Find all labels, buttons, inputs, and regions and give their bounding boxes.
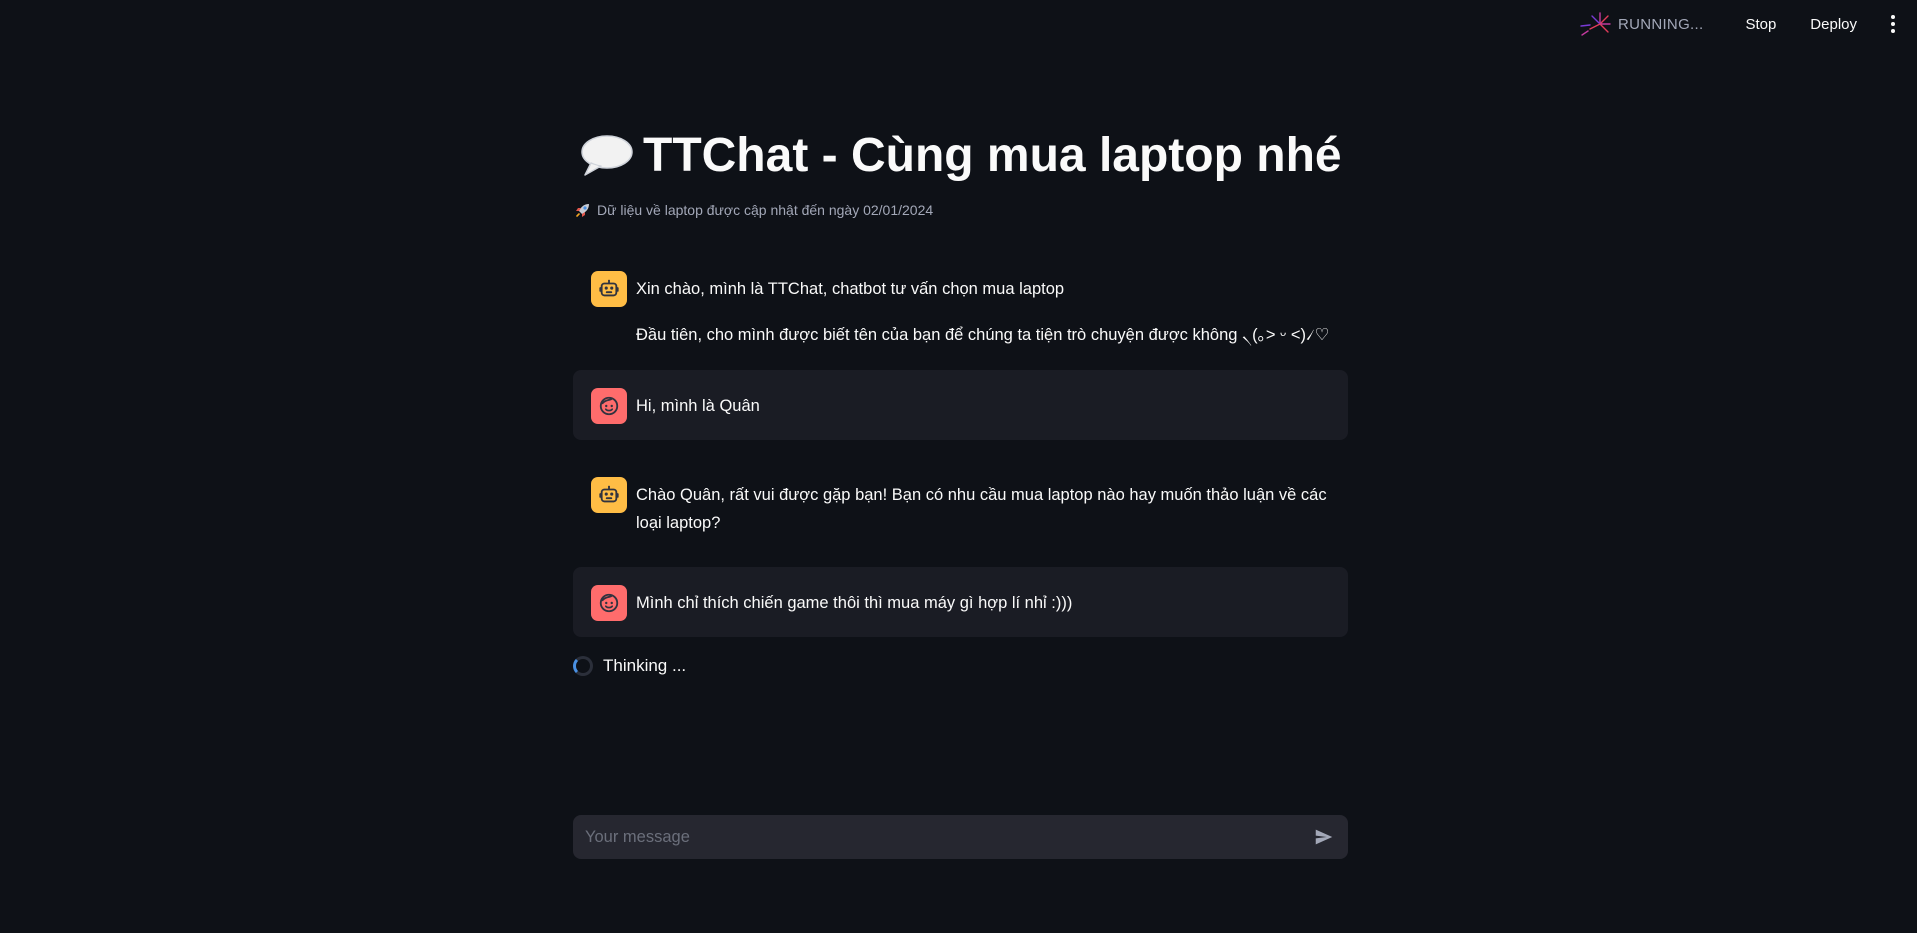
- message-input[interactable]: [583, 826, 1310, 848]
- send-icon: [1315, 829, 1333, 845]
- thinking-status: Thinking ...: [573, 656, 686, 676]
- user-avatar: [591, 388, 627, 424]
- message-content: Chào Quân, rất vui được gặp bạn! Bạn có …: [636, 477, 1344, 537]
- message-text: Xin chào, mình là TTChat, chatbot tư vấn…: [636, 280, 1065, 298]
- stop-button[interactable]: Stop: [1735, 10, 1786, 39]
- user-message: Hi, mình là Quân: [573, 370, 1348, 440]
- running-status: RUNNING...: [1578, 11, 1704, 37]
- assistant-avatar: [591, 271, 627, 307]
- assistant-message: Xin chào, mình là TTChat, chatbot tư vấn…: [573, 255, 1348, 365]
- message-text: Chào Quân, rất vui được gặp bạn! Bạn có …: [636, 486, 1327, 532]
- message-text: Hi, mình là Quân: [636, 397, 760, 415]
- caption-text: Dữ liệu về laptop được cập nhật đến ngày…: [597, 202, 934, 218]
- page-title: TTChat - Cùng mua laptop nhé: [579, 124, 1342, 188]
- user-message: Mình chỉ thích chiến game thôi thì mua m…: [573, 567, 1348, 637]
- title-text: TTChat - Cùng mua laptop nhé: [643, 129, 1342, 182]
- robot-icon: [599, 279, 619, 297]
- user-avatar: [591, 585, 627, 621]
- message-text: Đầu tiên, cho mình được biết tên của bạn…: [636, 326, 1330, 344]
- deploy-button[interactable]: Deploy: [1800, 10, 1867, 39]
- kebab-menu-icon[interactable]: [1881, 12, 1905, 36]
- assistant-message: Chào Quân, rất vui được gặp bạn! Bạn có …: [573, 461, 1348, 553]
- rocket-icon: [576, 204, 589, 217]
- smiling-face-icon: [599, 396, 619, 416]
- message-text: Mình chỉ thích chiến game thôi thì mua m…: [636, 594, 1073, 612]
- smiling-face-icon: [599, 593, 619, 613]
- robot-icon: [599, 485, 619, 503]
- message-content: Mình chỉ thích chiến game thôi thì mua m…: [636, 585, 1072, 617]
- running-activity-icon: [1580, 12, 1611, 36]
- chat-input-bar: [573, 815, 1348, 859]
- app-toolbar: RUNNING... Stop Deploy: [1578, 0, 1917, 48]
- data-update-caption: Dữ liệu về laptop được cập nhật đến ngày…: [575, 202, 933, 218]
- send-button[interactable]: [1310, 823, 1338, 851]
- speech-balloon-icon: [581, 135, 633, 176]
- running-label: RUNNING...: [1617, 15, 1704, 33]
- assistant-avatar: [591, 477, 627, 513]
- loading-spinner-icon: [573, 656, 593, 676]
- thinking-label: Thinking ...: [603, 656, 687, 675]
- message-content: Xin chào, mình là TTChat, chatbot tư vấn…: [636, 271, 1329, 349]
- message-content: Hi, mình là Quân: [636, 388, 760, 420]
